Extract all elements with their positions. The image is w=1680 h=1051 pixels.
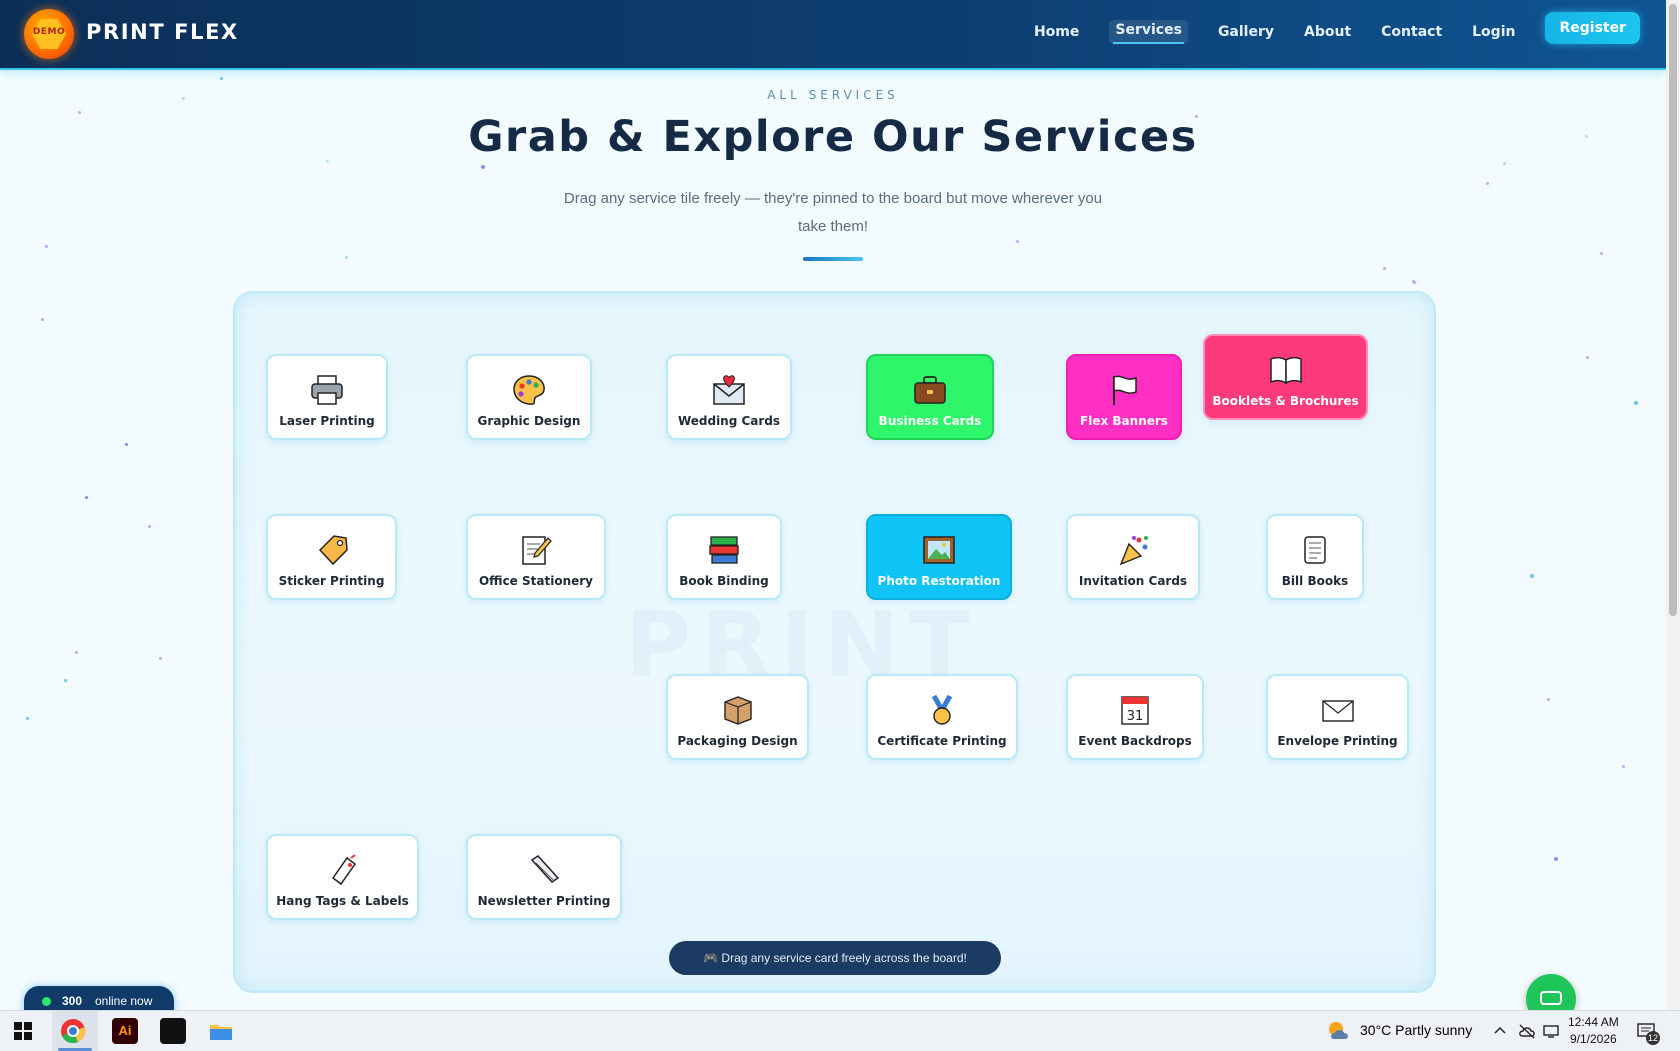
tile-label: Certificate Printing bbox=[877, 734, 1007, 748]
notification-center[interactable]: 12 bbox=[1636, 1021, 1660, 1045]
svg-text:31: 31 bbox=[1127, 709, 1144, 724]
taskbar-clock[interactable]: 12:44 AM 9/1/2026 bbox=[1568, 1014, 1619, 1048]
logo-icon[interactable]: DEMO bbox=[24, 9, 74, 59]
tile-label: Packaging Design bbox=[677, 734, 798, 748]
service-tile-bill-books[interactable]: Bill Books bbox=[1266, 514, 1364, 600]
service-tile-booklets-brochures[interactable]: Booklets & Brochures bbox=[1203, 334, 1368, 420]
scrollbar-thumb[interactable] bbox=[1669, 4, 1677, 616]
cloud-offline-icon[interactable] bbox=[1518, 1023, 1536, 1039]
open-book-icon bbox=[1269, 356, 1302, 385]
service-tile-graphic-design[interactable]: Graphic Design bbox=[466, 354, 592, 440]
tile-label: Sticker Printing bbox=[278, 574, 385, 588]
clock-date: 9/1/2026 bbox=[1569, 1032, 1617, 1046]
title-divider bbox=[803, 257, 863, 261]
illustrator-icon[interactable]: Ai bbox=[112, 1018, 138, 1044]
service-tile-laser-printing[interactable]: Laser Printing bbox=[266, 354, 388, 440]
weather-text[interactable]: 30°C Partly sunny bbox=[1360, 1022, 1472, 1038]
app-icon[interactable] bbox=[160, 1018, 186, 1044]
tile-label: Book Binding bbox=[679, 574, 769, 588]
service-tile-newsletter-printing[interactable]: Newsletter Printing bbox=[466, 834, 622, 920]
main-nav: Home Services Gallery About Contact Logi… bbox=[1004, 12, 1640, 44]
nav-gallery[interactable]: Gallery bbox=[1218, 24, 1274, 40]
service-tile-event-backdrops[interactable]: 31 Event Backdrops bbox=[1066, 674, 1204, 760]
service-tile-packaging-design[interactable]: Packaging Design bbox=[666, 674, 809, 760]
online-count: 300 bbox=[62, 994, 83, 1008]
service-tile-invitation-cards[interactable]: Invitation Cards bbox=[1066, 514, 1200, 600]
tile-label: Bill Books bbox=[1281, 574, 1349, 588]
service-tile-book-binding[interactable]: Book Binding bbox=[666, 514, 782, 600]
palette-icon bbox=[513, 375, 545, 405]
chevron-up-icon[interactable] bbox=[1494, 1025, 1506, 1037]
tile-label: Laser Printing bbox=[279, 414, 375, 428]
pen-icon bbox=[530, 855, 560, 883]
confetti-icon bbox=[1119, 536, 1148, 566]
start-icon[interactable] bbox=[10, 1018, 36, 1044]
service-tile-flex-banners[interactable]: Flex Banners bbox=[1066, 354, 1182, 440]
brand-name[interactable]: PRINT FLEX bbox=[86, 20, 239, 44]
drag-hint: 🎮 Drag any service card freely across th… bbox=[669, 941, 1001, 975]
tile-label: Photo Restoration bbox=[877, 574, 1001, 588]
nav-login[interactable]: Login bbox=[1472, 24, 1515, 40]
network-icon[interactable] bbox=[1542, 1023, 1560, 1039]
memo-icon bbox=[522, 536, 552, 565]
clock-time: 12:44 AM bbox=[1568, 1015, 1619, 1029]
tile-label: Newsletter Printing bbox=[477, 894, 611, 908]
envelope-icon bbox=[1321, 700, 1354, 722]
love-letter-icon bbox=[713, 375, 745, 405]
tag-icon bbox=[318, 535, 348, 566]
tile-label: Hang Tags & Labels bbox=[276, 894, 409, 908]
chrome-icon[interactable] bbox=[60, 1018, 86, 1044]
nav-contact[interactable]: Contact bbox=[1381, 24, 1442, 40]
notification-count: 12 bbox=[1646, 1031, 1660, 1045]
service-tile-sticker-printing[interactable]: Sticker Printing bbox=[266, 514, 397, 600]
service-tile-certificate-printing[interactable]: Certificate Printing bbox=[866, 674, 1018, 760]
package-icon bbox=[723, 696, 752, 725]
windows-taskbar: Ai 30°C Partly sunny 12:44 AM 9/1/2026 1… bbox=[0, 1010, 1680, 1051]
register-button[interactable]: Register bbox=[1545, 12, 1640, 44]
service-tile-envelope-printing[interactable]: Envelope Printing bbox=[1266, 674, 1409, 760]
service-tile-hang-tags-labels[interactable]: Hang Tags & Labels bbox=[266, 834, 419, 920]
partly-sunny-icon[interactable] bbox=[1326, 1019, 1352, 1043]
service-tile-office-stationery[interactable]: Office Stationery bbox=[466, 514, 606, 600]
printer-icon bbox=[311, 375, 343, 405]
services-board: PRINT Laser Printing Graphic Design Wedd… bbox=[233, 291, 1436, 993]
tile-label: Booklets & Brochures bbox=[1212, 394, 1359, 408]
service-tile-business-cards[interactable]: Business Cards bbox=[866, 354, 994, 440]
scrollbar[interactable] bbox=[1666, 0, 1680, 1010]
nav-home[interactable]: Home bbox=[1034, 24, 1079, 40]
tile-label: Flex Banners bbox=[1080, 414, 1168, 428]
online-text: online now bbox=[95, 994, 153, 1008]
tile-label: Invitation Cards bbox=[1078, 574, 1188, 588]
service-tile-wedding-cards[interactable]: Wedding Cards bbox=[666, 354, 792, 440]
nav-services[interactable]: Services bbox=[1109, 20, 1188, 44]
calendar-icon: 31 bbox=[1121, 696, 1149, 725]
tile-label: Office Stationery bbox=[478, 574, 593, 588]
tile-label: Graphic Design bbox=[477, 414, 581, 428]
nav-about[interactable]: About bbox=[1304, 24, 1351, 40]
file-explorer-icon[interactable] bbox=[208, 1018, 234, 1044]
scroll-icon bbox=[1304, 536, 1326, 564]
tile-label: Wedding Cards bbox=[677, 414, 781, 428]
page-title: Grab & Explore Our Services bbox=[468, 112, 1198, 162]
logo-badge-text: DEMO bbox=[32, 27, 66, 37]
page-subtitle: Drag any service tile freely — they're p… bbox=[563, 190, 1103, 235]
section-eyebrow: ALL SERVICES bbox=[767, 88, 899, 102]
tile-label: Envelope Printing bbox=[1277, 734, 1398, 748]
flag-icon bbox=[1113, 375, 1137, 405]
framed-picture-icon bbox=[923, 536, 955, 564]
briefcase-icon bbox=[914, 376, 946, 404]
label-tag-icon bbox=[331, 854, 356, 886]
chat-bubble-icon bbox=[1540, 991, 1562, 1005]
medal-icon bbox=[931, 694, 953, 725]
online-status-dot bbox=[42, 997, 51, 1006]
site-header: DEMO PRINT FLEX Home Services Gallery Ab… bbox=[0, 0, 1666, 70]
tile-label: Business Cards bbox=[878, 414, 982, 428]
books-icon bbox=[709, 536, 739, 564]
tile-label: Event Backdrops bbox=[1078, 734, 1192, 748]
service-tile-photo-restoration[interactable]: Photo Restoration bbox=[866, 514, 1012, 600]
